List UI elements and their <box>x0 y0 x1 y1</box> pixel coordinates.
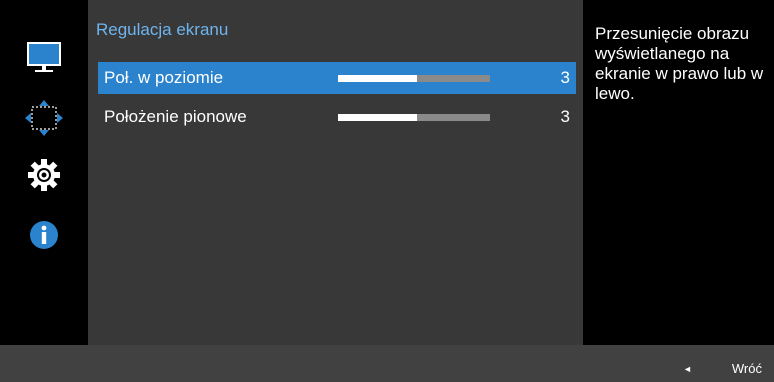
footer: ◄ Wróć <box>0 345 774 382</box>
menu-item-horizontal-position[interactable]: Poł. w poziomie 3 <box>98 62 576 94</box>
help-panel: Przesunięcie obrazu wyświetlanego na ekr… <box>583 0 774 345</box>
back-button[interactable]: ◄ Wróć <box>683 361 762 376</box>
level-bar <box>338 75 490 82</box>
help-text: Przesunięcie obrazu wyświetlanego na ekr… <box>595 24 764 103</box>
info-icon[interactable] <box>22 215 66 255</box>
menu-item-vertical-position[interactable]: Położenie pionowe 3 <box>98 101 576 133</box>
picture-icon[interactable] <box>22 38 66 78</box>
level-bar <box>338 114 490 121</box>
level-bar-fill <box>338 114 418 121</box>
left-arrow-icon: ◄ <box>682 363 692 374</box>
level-bar-fill <box>338 75 418 82</box>
panel-title: Regulacja ekranu <box>96 20 229 39</box>
menu-item-label: Położenie pionowe <box>104 107 247 126</box>
menu-item-value: 3 <box>560 68 570 87</box>
position-arrows-icon[interactable] <box>22 98 66 138</box>
gear-icon[interactable] <box>22 155 66 195</box>
sidebar <box>0 0 88 345</box>
menu-panel: Regulacja ekranu Poł. w poziomie 3 Położ… <box>88 0 583 345</box>
menu-item-label: Poł. w poziomie <box>104 68 224 87</box>
menu-item-value: 3 <box>560 107 570 126</box>
back-label: Wróć <box>731 361 762 376</box>
